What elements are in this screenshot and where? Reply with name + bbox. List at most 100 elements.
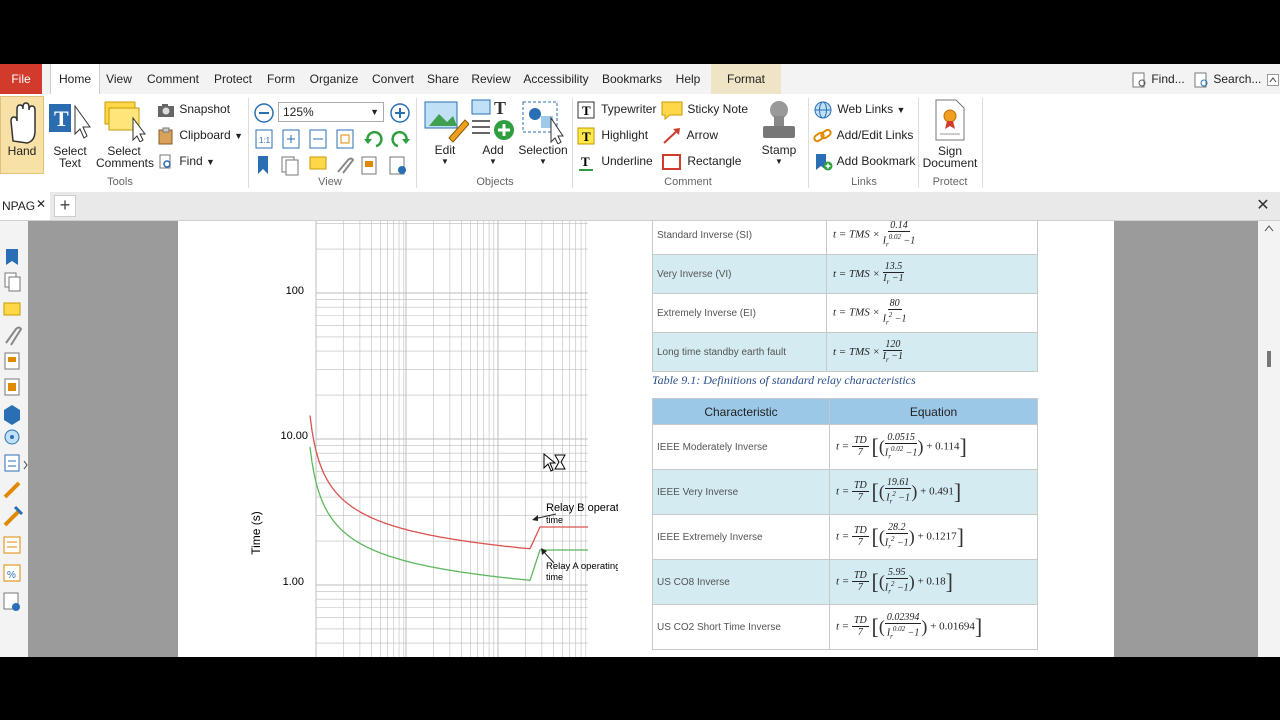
rectangle-button[interactable]: Rectangle — [660, 150, 741, 172]
menu-form[interactable]: Form — [262, 64, 300, 94]
layers-panel-icon[interactable] — [4, 352, 20, 370]
content-panel-icon[interactable] — [4, 378, 20, 396]
properties-panel-icon[interactable] — [3, 592, 20, 611]
y-tick-1: 1.00 — [283, 576, 304, 588]
td-denominator: 7 — [857, 627, 863, 639]
equation-fraction: 0.02394 Ir0.02 −1 — [884, 612, 922, 642]
menu-file[interactable]: File — [0, 64, 42, 94]
snapshot-button[interactable]: Snapshot — [156, 98, 230, 120]
sticky-note-button[interactable]: Sticky Note — [660, 98, 748, 120]
menu-share[interactable]: Share — [424, 64, 462, 94]
scroll-up-icon[interactable] — [1264, 225, 1274, 232]
clipboard-button[interactable]: Clipboard ▼ — [156, 124, 243, 146]
links-panel-icon[interactable] — [3, 481, 21, 499]
menu-convert[interactable]: Convert — [367, 64, 419, 94]
search-button[interactable]: Search... — [1192, 64, 1262, 94]
highlight-label: Highlight — [601, 128, 649, 142]
equation-cell: t = TD 7 [(5.95 Ir2 −1) + 0.18] — [829, 559, 1038, 605]
attachments-panel-icon[interactable] — [5, 326, 23, 346]
document-tab[interactable]: NPAG ✕ — [0, 192, 50, 220]
typewriter-button[interactable]: T Typewriter — [576, 98, 656, 120]
zoom-select[interactable]: 125% ▼ — [278, 102, 384, 122]
rotate-right-icon[interactable] — [391, 131, 410, 148]
zoom-out-icon[interactable] — [253, 102, 275, 124]
reading-order-icon[interactable] — [3, 536, 21, 554]
menu-home[interactable]: Home — [50, 64, 100, 94]
menu-format[interactable]: Format — [711, 64, 781, 94]
pages-icon[interactable] — [281, 156, 299, 176]
select-text-button[interactable]: T Select Text — [46, 98, 94, 169]
td-numerator: TD — [851, 480, 869, 493]
equation-prefix: t = TMS × — [833, 228, 880, 241]
add-button[interactable]: T Add ▼ — [470, 98, 516, 166]
ribbon-collapse-button[interactable] — [1266, 64, 1280, 94]
equation-constant: + 0.114 — [926, 440, 960, 453]
fit-width-icon[interactable] — [309, 129, 327, 149]
globe-icon — [814, 101, 832, 119]
panel-expand-icon[interactable] — [23, 460, 28, 470]
comments-panel-side-icon[interactable] — [3, 302, 21, 316]
destinations-icon[interactable] — [4, 429, 20, 445]
close-tab-icon[interactable]: ✕ — [36, 190, 46, 218]
sign-document-button[interactable]: Sign Document — [920, 98, 980, 169]
attachments-icon[interactable] — [337, 157, 355, 174]
stamp-icon — [763, 101, 795, 138]
pages-panel-icon[interactable] — [4, 272, 21, 292]
find-tool-button[interactable]: Find ▼ — [156, 150, 215, 172]
tags-icon[interactable] — [4, 454, 20, 472]
fraction-denominator: Ir0.02 −1 — [886, 624, 920, 641]
layers-icon[interactable] — [361, 156, 377, 175]
model-tree-icon[interactable] — [4, 405, 20, 425]
scroll-thumb[interactable] — [1267, 351, 1271, 367]
fit-page-icon[interactable] — [282, 129, 300, 149]
bookmark-icon[interactable] — [258, 156, 268, 174]
add-bookmark-button[interactable]: Add Bookmark — [812, 150, 915, 172]
menu-bookmarks[interactable]: Bookmarks — [598, 64, 666, 94]
fraction-denominator: Ir2 −1 — [886, 489, 911, 506]
accessibility-panel-icon[interactable]: % — [3, 564, 21, 582]
table-row: Very Inverse (VI) t = TMS × 13.5 Ir −1 — [652, 254, 1038, 294]
menu-review[interactable]: Review — [468, 64, 514, 94]
selection-button[interactable]: Selection ▼ — [516, 98, 570, 166]
vertical-scrollbar[interactable] — [1258, 221, 1280, 657]
edit-button[interactable]: Edit ▼ — [420, 98, 470, 166]
fit-visible-icon[interactable] — [336, 129, 354, 149]
web-links-button[interactable]: Web Links ▼ — [812, 98, 905, 120]
menu-comment[interactable]: Comment — [143, 64, 203, 94]
select-comments-button[interactable]: Select Comments — [96, 98, 154, 169]
new-tab-button[interactable]: + — [54, 195, 76, 217]
hand-icon — [10, 102, 36, 144]
settings-icon[interactable] — [389, 156, 406, 175]
close-document-icon[interactable]: ✕ — [1252, 195, 1274, 217]
underline-icon: T — [579, 154, 593, 171]
menu-protect[interactable]: Protect — [209, 64, 257, 94]
find-button[interactable]: Find... — [1130, 64, 1190, 94]
rotate-left-icon[interactable] — [364, 131, 383, 148]
bookmark-panel-icon[interactable] — [6, 249, 18, 265]
y-tick-10: 10.00 — [280, 430, 308, 442]
comments-panel-icon[interactable] — [309, 156, 327, 170]
zoom-in-icon[interactable] — [389, 102, 411, 124]
relay-a-label-2: time — [546, 572, 563, 582]
fraction-denominator: Ir −1 — [882, 350, 904, 364]
stamp-button[interactable]: Stamp ▼ — [752, 98, 806, 166]
td-denominator: 7 — [857, 447, 863, 459]
highlight-button[interactable]: T Highlight — [576, 124, 648, 146]
menu-view[interactable]: View — [100, 64, 138, 94]
signatures-panel-icon[interactable] — [3, 505, 24, 527]
equation-prefix: t = TMS × — [833, 267, 880, 280]
underline-button[interactable]: T Underline — [576, 150, 653, 172]
equation-cell: t = TD 7 [(19.61 Ir2 −1) + 0.491] — [829, 469, 1038, 515]
menu-accessibility[interactable]: Accessibility — [520, 64, 592, 94]
arrow-button[interactable]: Arrow — [660, 124, 718, 146]
menu-help[interactable]: Help — [671, 64, 705, 94]
sign-label-2: Document — [922, 156, 978, 170]
add-edit-links-button[interactable]: Add/Edit Links — [812, 124, 913, 146]
fraction-denominator: Ir2 −1 — [884, 579, 909, 596]
equation-fraction: 0.14 Ir0.02 −1 — [883, 221, 916, 250]
table-row: US CO8 Inverse t = TD 7 [(5.95 Ir2 −1) + 0.… — [652, 559, 1038, 605]
actual-size-icon[interactable]: 1:1 — [255, 129, 273, 149]
equation-constant: + 0.18 — [917, 575, 946, 588]
menu-organize[interactable]: Organize — [306, 64, 362, 94]
hand-tool-button[interactable]: Hand — [0, 96, 44, 174]
